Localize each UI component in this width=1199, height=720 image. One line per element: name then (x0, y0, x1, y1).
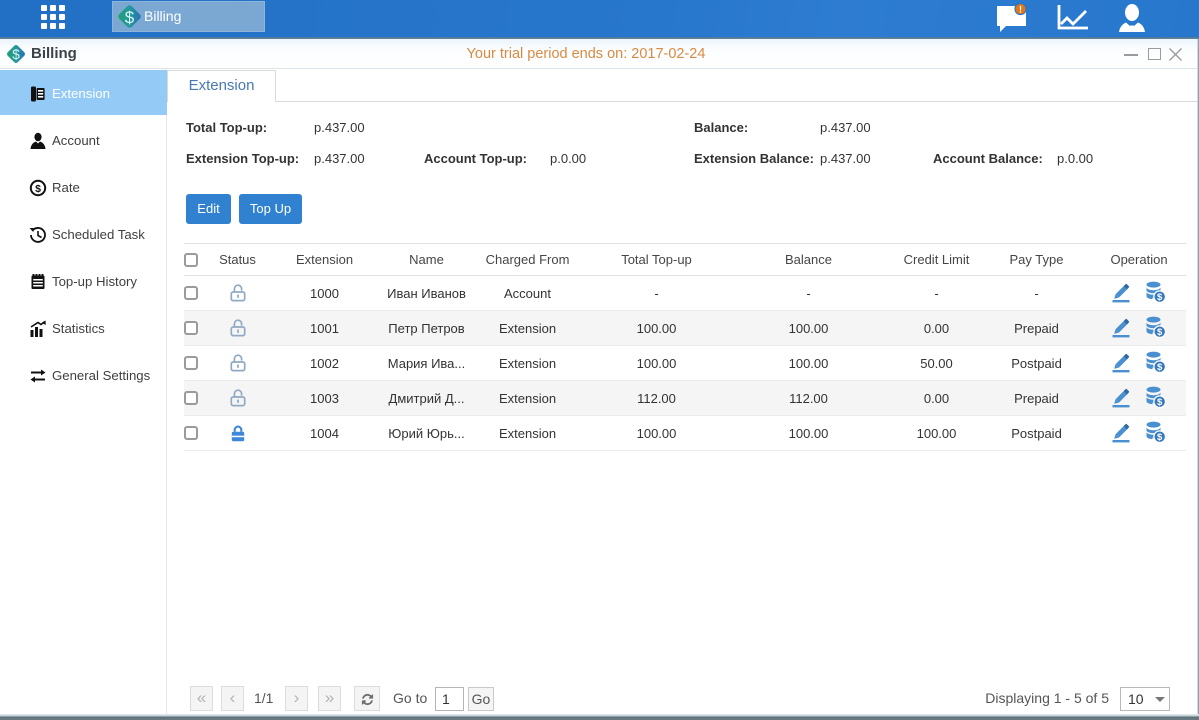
svg-text:$: $ (1157, 432, 1163, 443)
svg-text:$: $ (125, 8, 135, 27)
svg-text:$: $ (35, 183, 41, 195)
svg-text:$: $ (12, 47, 20, 62)
svg-text:$: $ (1157, 362, 1163, 373)
svg-text:$: $ (1157, 327, 1163, 338)
svg-text:$: $ (1157, 397, 1163, 408)
svg-text:$: $ (1157, 292, 1163, 303)
svg-text:!: ! (1019, 5, 1022, 15)
